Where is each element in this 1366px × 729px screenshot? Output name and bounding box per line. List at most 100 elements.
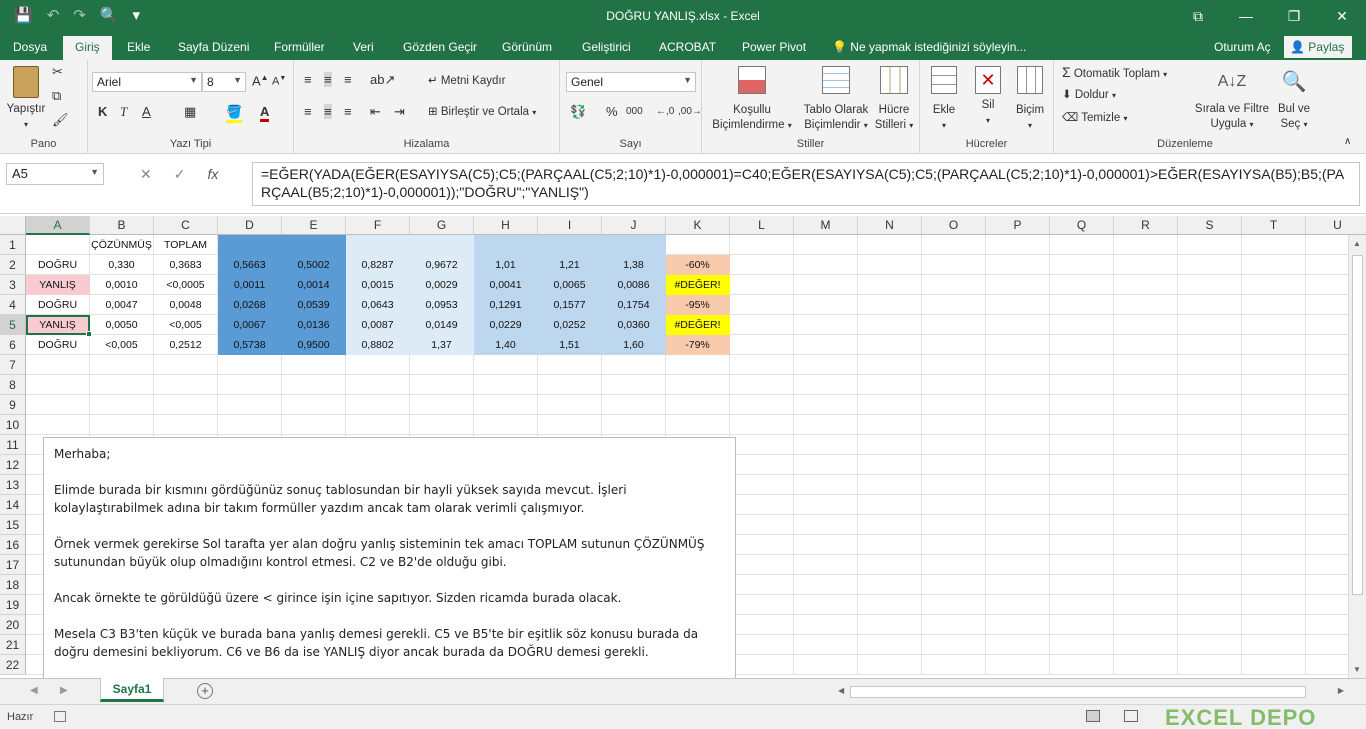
shrink-font-icon[interactable]: A▼ — [272, 75, 286, 88]
row-header-16[interactable]: 16 — [0, 535, 26, 555]
formula-input[interactable]: =EĞER(YADA(EĞER(ESAYIYSA(C5);C5;(PARÇAAL… — [252, 162, 1360, 206]
fill-button[interactable]: ⬇ Doldur ▾ — [1062, 88, 1116, 103]
cell-j2[interactable]: 1,38 — [602, 255, 666, 275]
column-header-l[interactable]: L — [730, 216, 794, 235]
copy-icon[interactable]: ⧉ — [52, 88, 61, 104]
borders-icon[interactable]: ▦ — [184, 104, 196, 120]
row-header-2[interactable]: 2 — [0, 255, 26, 275]
page-layout-view-icon[interactable] — [1124, 710, 1138, 722]
normal-view-icon[interactable] — [1086, 710, 1100, 722]
row-header-9[interactable]: 9 — [0, 395, 26, 415]
column-header-r[interactable]: R — [1114, 216, 1178, 235]
column-header-q[interactable]: Q — [1050, 216, 1114, 235]
cell-f1[interactable] — [346, 235, 410, 255]
row-header-21[interactable]: 21 — [0, 635, 26, 655]
cell-f6[interactable]: 0,8802 — [346, 335, 410, 355]
column-header-j[interactable]: J — [602, 216, 666, 235]
sort-filter-button[interactable]: A↓Z Sırala ve Filtre Uygula ▾ — [1194, 66, 1270, 132]
column-header-m[interactable]: M — [794, 216, 858, 235]
align-top-icon[interactable]: ≡ — [304, 72, 312, 87]
row-header-18[interactable]: 18 — [0, 575, 26, 595]
cell-g3[interactable]: 0,0029 — [410, 275, 474, 295]
comment-textbox[interactable]: Merhaba; Elimde burada bir kısmını gördüğ… — [43, 437, 736, 678]
sign-in-link[interactable]: Oturum Aç — [1214, 40, 1271, 54]
autosum-button[interactable]: Σ Otomatik Toplam ▾ — [1062, 65, 1167, 82]
column-header-k[interactable]: K — [666, 216, 730, 235]
row-header-12[interactable]: 12 — [0, 455, 26, 475]
paste-button[interactable]: Yapıştır ▾ — [6, 66, 46, 132]
align-middle-icon[interactable]: ≡ — [324, 72, 332, 87]
cell-c4[interactable]: 0,0048 — [154, 295, 218, 315]
column-header-p[interactable]: P — [986, 216, 1050, 235]
currency-icon[interactable]: 💱 — [570, 104, 586, 120]
fill-color-icon[interactable]: 🪣 — [226, 104, 243, 123]
enter-icon[interactable]: ✓ — [174, 166, 186, 183]
select-all-corner[interactable] — [0, 216, 26, 235]
cell-i2[interactable]: 1,21 — [538, 255, 602, 275]
insert-button[interactable]: Ekle ▾ — [926, 66, 962, 133]
clear-button[interactable]: ⌫ Temizle ▾ — [1062, 111, 1127, 126]
column-header-e[interactable]: E — [282, 216, 346, 235]
row-header-1[interactable]: 1 — [0, 235, 26, 255]
cancel-icon[interactable]: ✕ — [140, 166, 152, 183]
cell-j6[interactable]: 1,60 — [602, 335, 666, 355]
column-header-o[interactable]: O — [922, 216, 986, 235]
tab-dosya[interactable]: Dosya — [13, 40, 47, 54]
underline-button[interactable]: A — [142, 104, 151, 119]
row-header-10[interactable]: 10 — [0, 415, 26, 435]
column-header-h[interactable]: H — [474, 216, 538, 235]
column-header-a[interactable]: A — [26, 216, 90, 235]
find-select-button[interactable]: 🔍 Bul ve Seç ▾ — [1272, 66, 1316, 132]
cell-c1[interactable]: TOPLAM — [154, 235, 218, 255]
row-header-20[interactable]: 20 — [0, 615, 26, 635]
align-bottom-icon[interactable]: ≡ — [344, 72, 352, 87]
cell-b2[interactable]: 0,330 — [90, 255, 154, 275]
cell-h2[interactable]: 1,01 — [474, 255, 538, 275]
cell-b4[interactable]: 0,0047 — [90, 295, 154, 315]
cell-j3[interactable]: 0,0086 — [602, 275, 666, 295]
cell-f3[interactable]: 0,0015 — [346, 275, 410, 295]
cell-g1[interactable] — [410, 235, 474, 255]
sheet-tab-sayfa1[interactable]: Sayfa1 — [100, 678, 164, 702]
cell-h4[interactable]: 0,1291 — [474, 295, 538, 315]
cell-d3[interactable]: 0,0011 — [218, 275, 282, 295]
grow-font-icon[interactable]: A▲ — [252, 73, 269, 88]
cell-k3[interactable]: #DEĞER! — [666, 275, 730, 295]
tab-formuller[interactable]: Formüller — [274, 40, 325, 54]
row-header-3[interactable]: 3 — [0, 275, 26, 295]
minimize-icon[interactable]: — — [1222, 0, 1270, 32]
number-format-combo[interactable]: Genel ▼ — [566, 72, 696, 92]
cell-e6[interactable]: 0,9500 — [282, 335, 346, 355]
cell-a2[interactable]: DOĞRU — [26, 255, 90, 275]
column-header-t[interactable]: T — [1242, 216, 1306, 235]
cell-e5[interactable]: 0,0136 — [282, 315, 346, 335]
tell-me-input[interactable]: 💡 Ne yapmak istediğinizi söyleyin... — [832, 40, 1026, 54]
conditional-format-button[interactable]: Koşullu Biçimlendirme ▾ — [706, 66, 798, 133]
cell-f2[interactable]: 0,8287 — [346, 255, 410, 275]
vertical-scroll-thumb[interactable] — [1352, 255, 1363, 595]
cell-b1[interactable]: ÇÖZÜNMÜŞ — [90, 235, 154, 255]
column-header-n[interactable]: N — [858, 216, 922, 235]
cell-c3[interactable]: <0,0005 — [154, 275, 218, 295]
name-box[interactable]: A5 ▼ — [6, 163, 104, 185]
row-header-5[interactable]: 5 — [0, 315, 26, 335]
next-sheet-icon[interactable]: ▶ — [60, 685, 68, 696]
cell-j4[interactable]: 0,1754 — [602, 295, 666, 315]
tab-veri[interactable]: Veri — [353, 40, 374, 54]
restore-icon[interactable]: ❐ — [1270, 0, 1318, 32]
cell-b3[interactable]: 0,0010 — [90, 275, 154, 295]
cut-icon[interactable]: ✂ — [52, 64, 63, 80]
wrap-text-button[interactable]: ↵ Metni Kaydır — [428, 74, 505, 89]
cell-g4[interactable]: 0,0953 — [410, 295, 474, 315]
cell-c5[interactable]: <0,005 — [154, 315, 218, 335]
bold-button[interactable]: K — [98, 104, 107, 119]
row-header-6[interactable]: 6 — [0, 335, 26, 355]
prev-sheet-icon[interactable]: ◀ — [30, 685, 38, 696]
cell-g2[interactable]: 0,9672 — [410, 255, 474, 275]
font-name-combo[interactable]: Ariel ▼ — [92, 72, 202, 92]
macro-record-icon[interactable] — [54, 711, 66, 722]
cell-h1[interactable] — [474, 235, 538, 255]
cell-i3[interactable]: 0,0065 — [538, 275, 602, 295]
horizontal-scroll-thumb[interactable] — [850, 686, 1306, 698]
vertical-scrollbar[interactable]: ▲ ▼ — [1348, 235, 1366, 678]
